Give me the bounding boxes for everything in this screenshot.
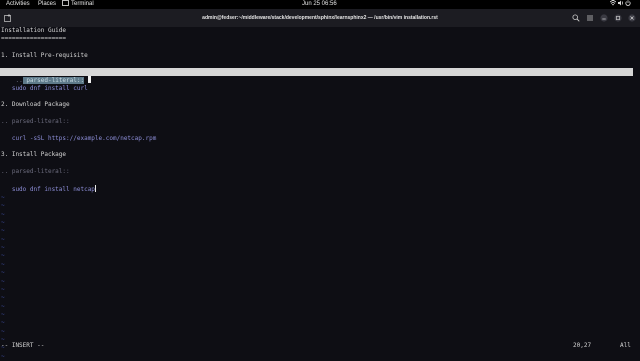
empty-line-tilde: ~ <box>1 310 5 318</box>
hamburger-menu-icon <box>586 15 593 21</box>
directive-marker: .. <box>15 77 23 84</box>
gnome-top-bar: Activities Places Terminal Jun 25 06:56 <box>0 0 640 9</box>
command-line-1: sudo dnf install curl <box>1 85 88 92</box>
search-icon <box>572 14 580 22</box>
empty-line-tilde: ~ <box>1 269 5 277</box>
step-3-heading: 3. Install Package <box>1 151 67 158</box>
hamburger-menu-button[interactable] <box>585 14 594 23</box>
step-2-heading: 2. Download Package <box>1 101 70 108</box>
empty-line-tilde: ~ <box>1 285 5 293</box>
terminal-app-icon <box>62 0 69 6</box>
maximize-icon <box>613 14 622 22</box>
empty-line-tilde: ~ <box>1 235 5 243</box>
cursor-position: 20,27 <box>573 342 592 349</box>
activities-button[interactable]: Activities <box>6 0 30 9</box>
cursor-residue <box>87 76 91 83</box>
parsed-literal-directive-2: .. parsed-literal:: <box>1 118 70 125</box>
doc-title-underline: ================== <box>1 35 67 42</box>
doc-title-line: Installation Guide <box>1 27 67 34</box>
empty-line-tilde: ~ <box>1 260 5 268</box>
empty-line-tilde: ~ <box>1 244 5 252</box>
clock[interactable]: Jun 25 06:56 <box>302 0 337 9</box>
volume-icon <box>617 0 623 6</box>
minimize-button[interactable] <box>599 14 608 23</box>
system-status-menu[interactable] <box>609 0 631 9</box>
empty-line-tilde: ~ <box>1 277 5 285</box>
close-button[interactable] <box>627 14 636 23</box>
mode-indicator: -- INSERT -- <box>1 342 45 349</box>
parsed-literal-directive-3: .. parsed-literal:: <box>1 168 70 175</box>
empty-line-tilde: ~ <box>1 352 5 360</box>
empty-line-tilde: ~ <box>1 252 5 260</box>
terminal-app-menu[interactable]: Terminal <box>62 0 94 9</box>
vim-editor[interactable]: Installation Guide ================== 1.… <box>0 27 640 360</box>
empty-line-tilde: ~ <box>1 302 5 310</box>
empty-line-tilde: ~ <box>1 294 5 302</box>
empty-line-tilde: ~ <box>1 327 5 335</box>
places-menu[interactable]: Places <box>38 0 56 9</box>
parsed-literal-directive-1: .. parsed-literal:: <box>1 68 91 84</box>
terminal-app-label: Terminal <box>71 1 94 7</box>
text-cursor <box>94 185 96 192</box>
scroll-position: All <box>620 342 631 349</box>
command-line-3: sudo dnf install netcap <box>1 185 96 193</box>
empty-line-tilde: ~ <box>1 210 5 218</box>
terminal-scrollbar[interactable] <box>635 27 640 360</box>
minimize-icon <box>599 14 608 22</box>
maximize-button[interactable] <box>613 14 622 23</box>
empty-line-tilde: ~ <box>1 219 5 227</box>
network-icon <box>609 0 617 6</box>
directive-name: parsed-literal:: <box>26 77 85 84</box>
vim-status-line: -- INSERT -- 20,27 All <box>0 341 640 350</box>
close-icon <box>627 14 636 22</box>
power-icon <box>625 0 631 6</box>
terminal-header-bar: admin@fedser:~/middleware/stack/developm… <box>0 9 640 27</box>
search-button[interactable] <box>571 14 580 23</box>
cursorline-highlight <box>0 68 633 76</box>
step-1-heading: 1. Install Pre-requisite <box>1 52 88 59</box>
empty-line-tilde: ~ <box>1 194 5 201</box>
command-line-3-text: sudo dnf install netcap <box>1 186 95 193</box>
empty-line-tilde: ~ <box>1 227 5 235</box>
command-line-2: curl -sSL https://example.com/netcap.rpm <box>1 135 157 142</box>
window-title: admin@fedser:~/middleware/stack/developm… <box>202 15 438 21</box>
empty-line-tilde: ~ <box>1 202 5 210</box>
empty-line-tilde: ~ <box>1 319 5 327</box>
